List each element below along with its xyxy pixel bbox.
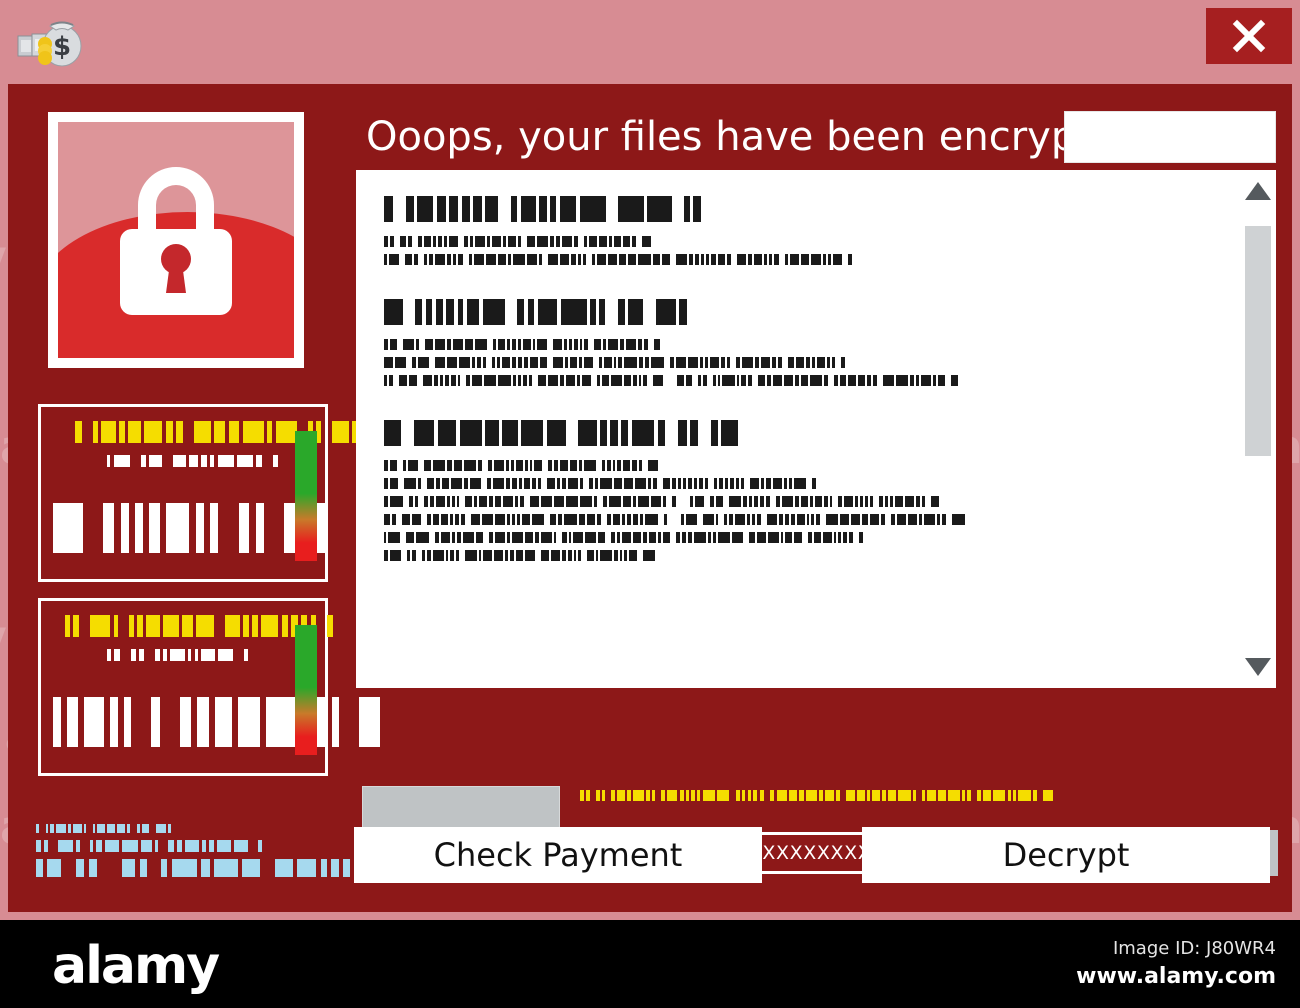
padlock-icon-frame: [48, 112, 304, 368]
ransom-text-line: [384, 339, 1220, 350]
ransom-text-line: [384, 514, 1220, 525]
alamy-url: www.alamy.com: [1076, 964, 1276, 989]
ransom-text-line: [384, 532, 1220, 543]
ransom-paragraph-heading: [384, 196, 1220, 222]
window-title-bar: $: [0, 0, 1300, 84]
timer1-gradient-bar: [295, 431, 317, 561]
ransom-text-panel: [356, 170, 1276, 688]
timer2-subtitle-blocks: [107, 649, 251, 661]
ransom-text-line: [384, 375, 1220, 386]
ransom-paragraph-heading: [384, 299, 1220, 325]
screenshot-root: alamyalamyalamyalamyalamyalamyalamyalamy…: [0, 0, 1300, 1008]
ransom-paragraph: [384, 420, 1220, 561]
timer1-countdown-blocks: [53, 503, 333, 553]
ransom-paragraph: [384, 299, 1220, 386]
send-payment-label-blocks: [580, 790, 1055, 801]
ransom-paragraph-heading: [384, 420, 1220, 446]
close-icon: [1232, 19, 1266, 53]
timer-box-payment-raise: [38, 404, 367, 582]
timer2-countdown-blocks: [53, 697, 386, 747]
ransom-text-line: [384, 236, 1220, 247]
check-payment-button[interactable]: Check Payment: [354, 827, 762, 883]
ransom-text-line: [384, 478, 1220, 489]
scroll-down-arrow-icon[interactable]: [1245, 658, 1271, 676]
ransom-note-window: Ooops, your files have been encrypted! X…: [8, 84, 1292, 912]
ransom-text-line: [384, 460, 1220, 471]
stock-photo-credit-bar: alamy Image ID: J80WR4 www.alamy.com: [0, 920, 1300, 1008]
scroll-up-arrow-icon[interactable]: [1245, 182, 1271, 200]
ransom-text-line: [384, 254, 1220, 265]
timer1-title-blocks: [75, 421, 370, 443]
timer2-gradient-bar: [295, 625, 317, 755]
ransom-text-line: [384, 496, 1220, 507]
timer-box-files-lost: [38, 598, 381, 776]
close-button[interactable]: [1206, 8, 1292, 64]
timer1-subtitle-blocks: [107, 455, 281, 467]
ransom-text-line: [384, 550, 1220, 561]
ransom-text-line: [384, 357, 1220, 368]
ransomware-window-canvas: alamyalamyalamyalamyalamyalamyalamyalamy…: [0, 0, 1300, 920]
svg-text:$: $: [53, 32, 71, 62]
alamy-logo: alamy: [52, 936, 220, 996]
padlock-icon: [58, 122, 294, 358]
language-selector[interactable]: [1064, 111, 1276, 163]
decrypt-button[interactable]: Decrypt: [862, 827, 1270, 883]
alamy-watermark: alamy: [0, 610, 7, 664]
ransom-paragraph: [384, 196, 1220, 265]
scrollbar-thumb[interactable]: [1245, 226, 1271, 456]
ransom-text-scrollbar[interactable]: [1240, 170, 1276, 688]
page-title: Ooops, your files have been encrypted!: [366, 114, 1158, 160]
image-id-label: Image ID: J80WR4: [1112, 938, 1276, 959]
alamy-watermark: alamy: [0, 230, 7, 284]
ransom-text-body: [384, 196, 1220, 595]
money-bag-icon: $: [16, 8, 86, 70]
